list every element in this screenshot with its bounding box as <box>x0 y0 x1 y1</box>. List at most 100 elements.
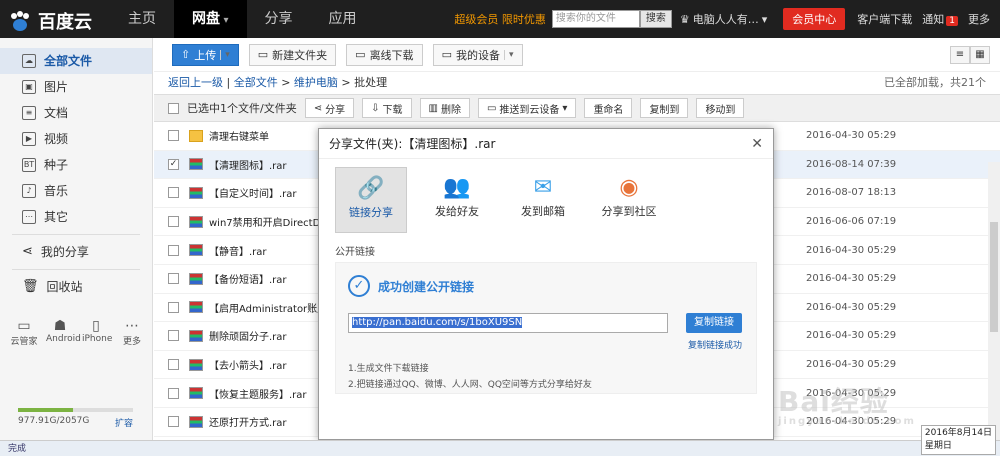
tip-1: 1.生成文件下载链接 <box>348 364 429 374</box>
list-view-icon[interactable]: ≡ <box>950 46 970 64</box>
file-date: 2016-08-07 18:13 <box>806 187 897 199</box>
copy-link-button[interactable]: 复制链接 <box>686 313 742 333</box>
close-icon[interactable]: ✕ <box>751 129 763 159</box>
tab-label: 发给好友 <box>435 205 479 218</box>
rename-button[interactable]: 重命名 <box>584 98 633 118</box>
select-all-checkbox[interactable] <box>168 102 179 114</box>
file-name[interactable]: 还原打开方式.rar <box>209 414 287 429</box>
file-name[interactable]: 删除顽固分子.rar <box>209 328 287 343</box>
success-text: 成功创建公开链接 <box>378 279 475 294</box>
crumb-parent[interactable]: 维护电脑 <box>294 76 338 89</box>
rar-file-icon <box>189 186 203 199</box>
file-name[interactable]: 【清理图标】.rar <box>209 157 287 172</box>
check-circle-icon: ✓ <box>348 275 370 297</box>
sidebar-item-images[interactable]: ▣ 图片 <box>0 74 152 100</box>
row-checkbox[interactable] <box>168 330 179 342</box>
row-checkbox[interactable] <box>168 359 179 371</box>
notify-label: 通知 <box>922 13 945 26</box>
scrollbar[interactable] <box>988 162 1000 440</box>
sidebar-item-trash[interactable]: 🗑 回收站 <box>0 274 152 300</box>
device-pc[interactable]: ▭ 云管家 <box>10 318 38 347</box>
expand-link[interactable]: 扩容 <box>115 416 133 429</box>
row-checkbox[interactable] <box>168 187 179 199</box>
row-checkbox[interactable]: ✓ <box>168 158 179 170</box>
user-menu[interactable]: ♛ 电脑人人有… ▾ <box>680 11 767 27</box>
offline-download-button[interactable]: ▭ 离线下载 <box>346 43 423 66</box>
device-android[interactable]: ☗ Android <box>46 318 81 347</box>
search-button[interactable]: 搜索 <box>639 10 672 28</box>
push-device-button[interactable]: ▭ 推送到云设备 ▾ <box>477 98 577 118</box>
sidebar-item-all-files[interactable]: ☁ 全部文件 <box>0 48 152 74</box>
chevron-down-icon[interactable]: ▾ <box>503 49 514 60</box>
scrollbar-thumb[interactable] <box>990 222 998 332</box>
row-checkbox[interactable] <box>168 244 179 256</box>
loaded-count: 已全部加载，共21个 <box>884 76 986 89</box>
device-iphone[interactable]: ▯ iPhone <box>82 318 112 347</box>
nav-home[interactable]: 主页 <box>110 0 174 38</box>
chevron-down-icon[interactable]: ▾ <box>220 49 230 60</box>
tab-send-friends[interactable]: 👥 发给好友 <box>421 167 493 233</box>
my-device-button[interactable]: ▭ 我的设备 ▾ <box>432 43 523 66</box>
sidebar-item-label: 全部文件 <box>44 54 93 68</box>
nav-share[interactable]: 分享 <box>247 0 311 38</box>
file-name[interactable]: 【自定义时间】.rar <box>209 185 297 200</box>
file-name[interactable]: 【去小箭头】.rar <box>209 357 287 372</box>
other-icon: ⋯ <box>22 210 36 224</box>
tab-send-email[interactable]: ✉ 发到邮箱 <box>507 167 579 233</box>
tip-2: 2.把链接通过QQ、微博、人人网、QQ空间等方式分享给好友 <box>348 380 592 390</box>
upload-button[interactable]: ⇧ 上传 ▾ <box>172 43 239 66</box>
move-to-button[interactable]: 移动到 <box>696 98 745 118</box>
sidebar-item-bt[interactable]: BT 种子 <box>0 152 152 178</box>
watermark-sub: jingyan.baidu.com <box>778 416 916 427</box>
chevron-down-icon[interactable]: ▾ <box>562 103 567 114</box>
crumb-root[interactable]: 全部文件 <box>234 76 278 89</box>
row-checkbox[interactable] <box>168 416 179 428</box>
notify-link[interactable]: 通知 1 <box>922 11 958 27</box>
file-date: 2016-04-30 05:29 <box>806 330 897 342</box>
sidebar-item-video[interactable]: ▶ 视频 <box>0 126 152 152</box>
community-icon: ◉ <box>619 175 639 200</box>
sidebar-item-music[interactable]: ♪ 音乐 <box>0 178 152 204</box>
offline-icon: ▭ <box>355 48 366 61</box>
client-download-link[interactable]: 客户端下载 <box>857 11 912 27</box>
sidebar-item-label: 视频 <box>44 132 69 146</box>
rar-file-icon <box>189 215 203 228</box>
new-folder-button[interactable]: ▭ 新建文件夹 <box>248 43 337 66</box>
share-link-input[interactable]: http://pan.baidu.com/s/1boXU9SN <box>348 313 668 333</box>
row-checkbox[interactable] <box>168 216 179 228</box>
tab-label: 链接分享 <box>349 206 393 219</box>
app-name: 百度云 <box>38 12 92 33</box>
file-date: 2016-08-14 07:39 <box>806 158 897 170</box>
logo[interactable]: 百度云 <box>8 8 92 34</box>
nav-apps[interactable]: 应用 <box>311 0 375 38</box>
sidebar-item-my-share[interactable]: ⋖ 我的分享 <box>0 239 152 265</box>
nav-disk[interactable]: 网盘 <box>174 0 247 38</box>
share-button[interactable]: ⋖ 分享 <box>304 98 355 118</box>
copy-to-button[interactable]: 复制到 <box>640 98 689 118</box>
vip-promo-link[interactable]: 超级会员 限时优惠 <box>454 11 546 27</box>
sidebar-item-docs[interactable]: ≡ 文档 <box>0 100 152 126</box>
music-icon: ♪ <box>22 184 36 198</box>
row-checkbox[interactable] <box>168 130 179 142</box>
tab-share-community[interactable]: ◉ 分享到社区 <box>593 167 665 233</box>
tab-link-share[interactable]: 🔗 链接分享 <box>335 167 407 233</box>
file-name[interactable]: 【恢复主题服务】.rar <box>209 386 307 401</box>
row-checkbox[interactable] <box>168 301 179 313</box>
file-name[interactable]: 【静音】.rar <box>209 243 267 258</box>
back-link[interactable]: 返回上一级 <box>168 76 223 89</box>
file-name[interactable]: 清理右键菜单 <box>209 128 269 143</box>
file-name[interactable]: 【备份短语】.rar <box>209 271 287 286</box>
toolbar: ⇧ 上传 ▾ ▭ 新建文件夹 ▭ 离线下载 ▭ 我的设备 ▾ ≡ ▦ <box>154 38 1000 72</box>
vip-center-button[interactable]: 会员中心 <box>783 8 846 30</box>
search-input[interactable]: 搜索你的文件 <box>551 10 640 28</box>
sidebar-item-other[interactable]: ⋯ 其它 <box>0 204 152 230</box>
quota-text: 977.91G/2057G <box>18 416 90 426</box>
device-more[interactable]: ⋯ 更多 <box>118 318 146 347</box>
grid-view-icon[interactable]: ▦ <box>970 46 990 64</box>
delete-button[interactable]: ▥ 删除 <box>419 98 470 118</box>
more-menu[interactable]: 更多 <box>968 11 990 27</box>
row-checkbox[interactable] <box>168 387 179 399</box>
row-checkbox[interactable] <box>168 273 179 285</box>
download-button[interactable]: ⇩ 下载 <box>362 98 412 118</box>
upload-label: 上传 <box>194 48 217 62</box>
